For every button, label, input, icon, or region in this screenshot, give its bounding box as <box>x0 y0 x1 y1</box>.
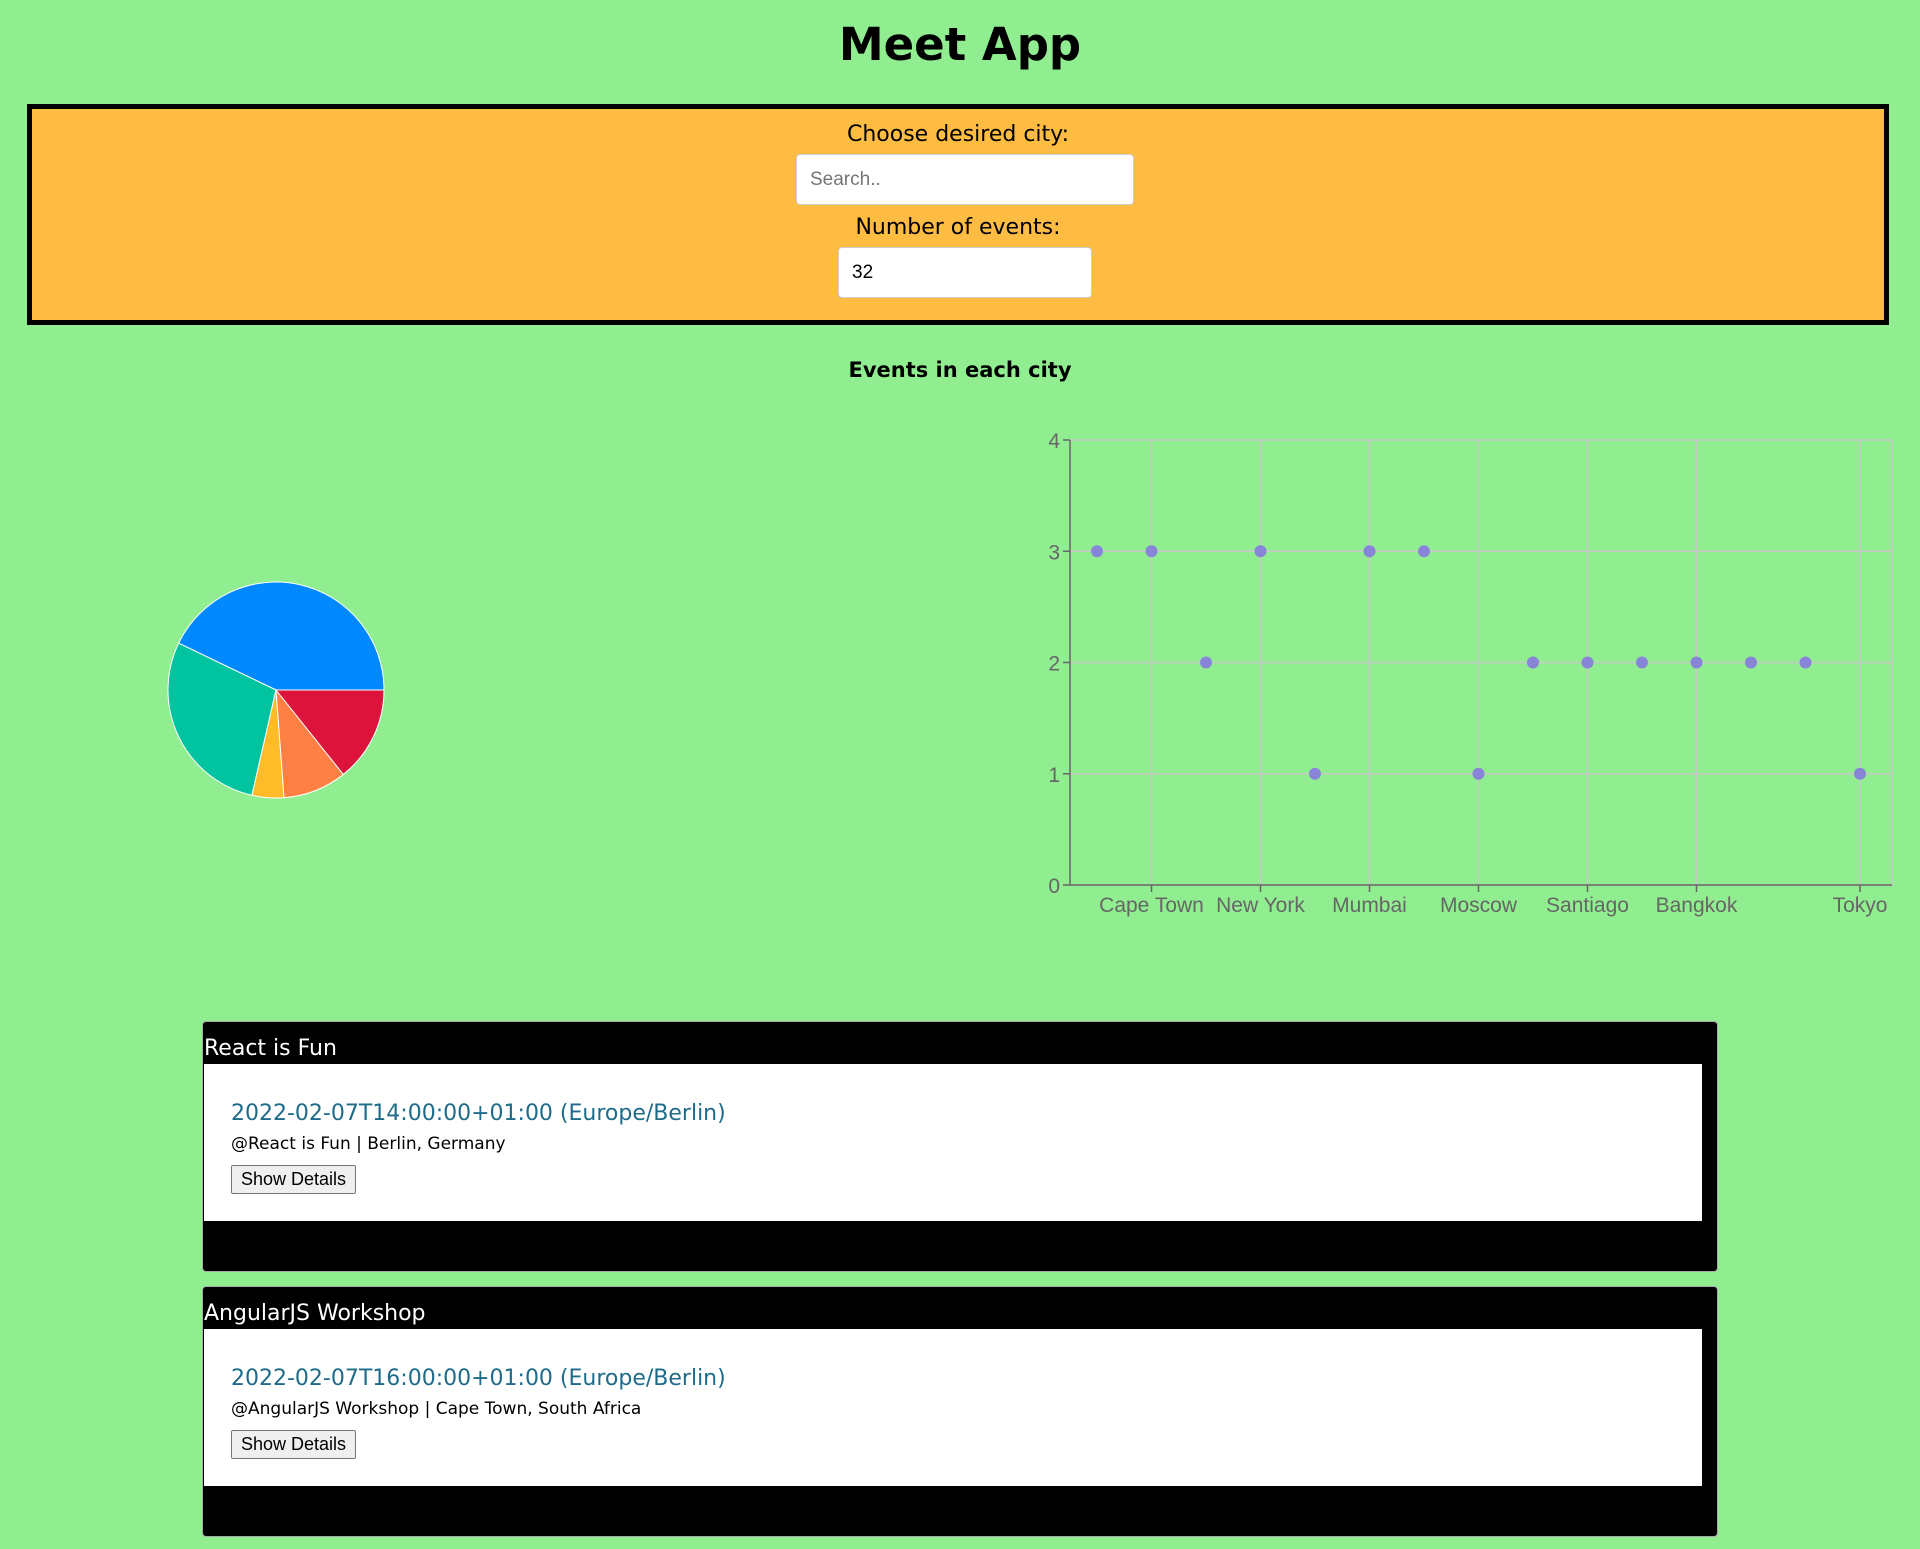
scatter-point <box>1854 767 1866 780</box>
event-body: 2022-02-07T14:00:00+01:00 (Europe/Berlin… <box>204 1064 1702 1221</box>
y-tick-label: 0 <box>1048 875 1060 898</box>
number-of-events-input[interactable] <box>838 247 1092 298</box>
x-tick-label: Moscow <box>1440 894 1518 917</box>
scatter-point <box>1254 545 1267 558</box>
x-tick-label: Bangkok <box>1656 894 1738 917</box>
scatter-point <box>1636 656 1648 669</box>
events-scatter-chart: 0 1 2 3 4 Cape Town New York Mumbai Moscow Santia… <box>1048 430 1893 917</box>
charts-title: Events in each city <box>848 358 1072 382</box>
event-start-time: 2022-02-07T16:00:00+01:00 (Europe/Berlin… <box>231 1366 726 1391</box>
y-tick-label: 4 <box>1048 430 1060 453</box>
filter-panel: Choose desired city: Number of events: <box>27 104 1889 325</box>
scatter-point <box>1418 545 1430 558</box>
city-search-input[interactable] <box>796 154 1134 205</box>
x-tick-label: Cape Town <box>1099 894 1204 917</box>
city-search-label: Choose desired city: <box>846 122 1069 147</box>
scatter-point <box>1527 656 1539 669</box>
app-title: Meet App <box>838 18 1082 71</box>
scatter-point <box>1799 656 1812 669</box>
event-start-time: 2022-02-07T14:00:00+01:00 (Europe/Berlin… <box>231 1101 726 1126</box>
event-title: AngularJS Workshop <box>204 1301 426 1326</box>
number-of-events-label: Number of events: <box>855 215 1061 240</box>
scatter-point <box>1145 545 1158 558</box>
scatter-point <box>1745 656 1757 669</box>
x-tick-label: Mumbai <box>1332 894 1407 917</box>
events-pie-chart <box>167 581 385 799</box>
y-tick-label: 3 <box>1048 541 1060 564</box>
event-card: AngularJS Workshop 2022-02-07T16:00:00+0… <box>202 1286 1718 1537</box>
event-card: React is Fun 2022-02-07T14:00:00+01:00 (… <box>202 1021 1718 1272</box>
x-tick-label: New York <box>1216 894 1305 917</box>
scatter-point <box>1363 545 1376 558</box>
scatter-point <box>1472 767 1485 780</box>
scatter-point <box>1091 545 1103 558</box>
x-tick-label: Tokyo <box>1833 894 1888 917</box>
scatter-point <box>1200 656 1212 669</box>
event-location: @React is Fun | Berlin, Germany <box>231 1134 506 1154</box>
x-tick-label: Santiago <box>1546 894 1629 917</box>
event-body: 2022-02-07T16:00:00+01:00 (Europe/Berlin… <box>204 1329 1702 1486</box>
event-location: @AngularJS Workshop | Cape Town, South A… <box>231 1399 642 1419</box>
scatter-point <box>1690 656 1703 669</box>
show-details-button[interactable]: Show Details <box>231 1165 357 1194</box>
y-tick-label: 2 <box>1048 653 1060 676</box>
scatter-point <box>1581 656 1594 669</box>
event-title: React is Fun <box>204 1036 337 1061</box>
y-tick-label: 1 <box>1048 764 1060 787</box>
show-details-button[interactable]: Show Details <box>231 1430 357 1459</box>
scatter-point <box>1309 767 1321 780</box>
